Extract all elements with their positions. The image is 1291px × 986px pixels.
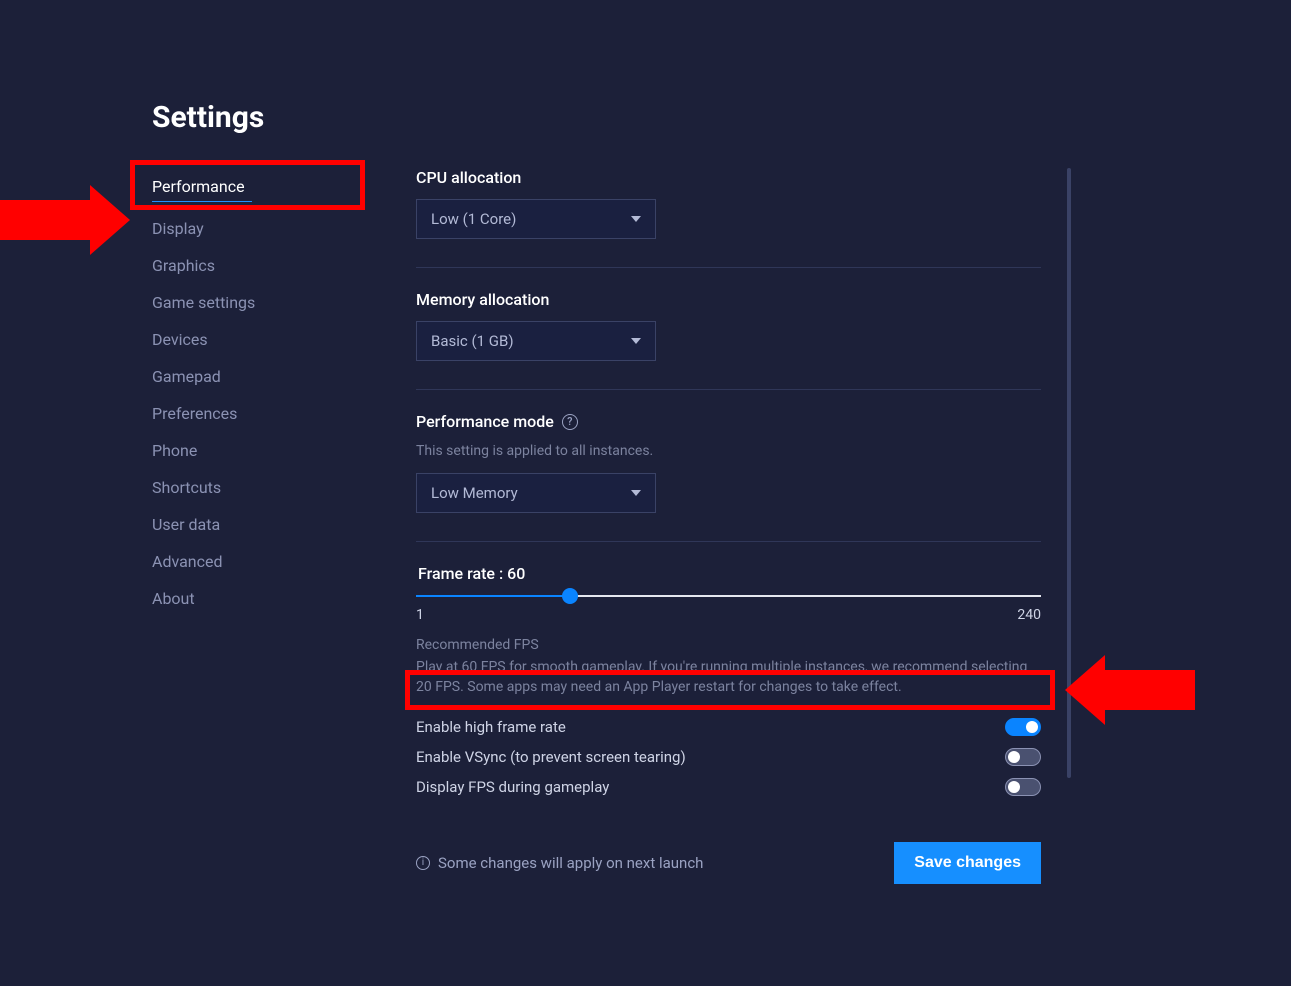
sidebar-item-label: Devices bbox=[152, 330, 208, 349]
sidebar-item-label: Game settings bbox=[152, 293, 255, 312]
memory-allocation-label: Memory allocation bbox=[416, 290, 1041, 309]
sidebar-item-preferences[interactable]: Preferences bbox=[152, 395, 362, 432]
sidebar-item-label: Preferences bbox=[152, 404, 237, 423]
page-title: Settings bbox=[152, 100, 1291, 135]
chevron-down-icon bbox=[631, 338, 641, 344]
divider bbox=[416, 389, 1041, 390]
settings-sidebar: Performance Display Graphics Game settin… bbox=[152, 168, 362, 617]
sidebar-item-advanced[interactable]: Advanced bbox=[152, 543, 362, 580]
toggle-label: Display FPS during gameplay bbox=[416, 778, 609, 796]
toggle-row-display-fps: Display FPS during gameplay bbox=[416, 772, 1041, 802]
performance-mode-label: Performance mode ? bbox=[416, 412, 1041, 431]
select-value: Low (1 Core) bbox=[431, 210, 516, 228]
select-value: Low Memory bbox=[431, 484, 518, 502]
recommended-fps-title: Recommended FPS bbox=[416, 637, 1041, 653]
slider-thumb[interactable] bbox=[562, 588, 578, 604]
chevron-down-icon bbox=[631, 216, 641, 222]
annotation-arrow-performance bbox=[0, 185, 100, 255]
chevron-down-icon bbox=[631, 490, 641, 496]
sidebar-item-label: Graphics bbox=[152, 256, 215, 275]
info-icon: i bbox=[416, 856, 430, 870]
toggle-row-high-frame: Enable high frame rate bbox=[416, 712, 1041, 742]
sidebar-item-gamepad[interactable]: Gamepad bbox=[152, 358, 362, 395]
sidebar-item-label: Performance bbox=[152, 177, 245, 196]
high-frame-rate-toggle[interactable] bbox=[1005, 718, 1041, 736]
sidebar-item-label: Gamepad bbox=[152, 367, 221, 386]
sidebar-item-label: Advanced bbox=[152, 552, 223, 571]
slider-max: 240 bbox=[1017, 607, 1041, 623]
sidebar-item-devices[interactable]: Devices bbox=[152, 321, 362, 358]
help-icon[interactable]: ? bbox=[562, 414, 578, 430]
vsync-toggle[interactable] bbox=[1005, 748, 1041, 766]
sidebar-item-display[interactable]: Display bbox=[152, 210, 362, 247]
sidebar-item-shortcuts[interactable]: Shortcuts bbox=[152, 469, 362, 506]
sidebar-item-label: Shortcuts bbox=[152, 478, 221, 497]
divider bbox=[416, 541, 1041, 542]
performance-mode-select[interactable]: Low Memory bbox=[416, 473, 656, 513]
display-fps-toggle[interactable] bbox=[1005, 778, 1041, 796]
sidebar-item-performance[interactable]: Performance bbox=[152, 168, 362, 210]
cpu-allocation-select[interactable]: Low (1 Core) bbox=[416, 199, 656, 239]
cpu-allocation-label: CPU allocation bbox=[416, 168, 1041, 187]
settings-content: CPU allocation Low (1 Core) Memory alloc… bbox=[416, 168, 1041, 884]
divider bbox=[416, 267, 1041, 268]
footer-note: i Some changes will apply on next launch bbox=[416, 854, 703, 872]
annotation-arrow-high-frame bbox=[1095, 655, 1195, 725]
toggle-label: Enable VSync (to prevent screen tearing) bbox=[416, 748, 686, 766]
content-scrollbar[interactable] bbox=[1067, 168, 1071, 778]
toggle-label: Enable high frame rate bbox=[416, 718, 566, 736]
performance-mode-sublabel: This setting is applied to all instances… bbox=[416, 443, 1041, 459]
recommended-fps-text: Play at 60 FPS for smooth gameplay. If y… bbox=[416, 657, 1041, 698]
sidebar-item-user-data[interactable]: User data bbox=[152, 506, 362, 543]
sidebar-item-game-settings[interactable]: Game settings bbox=[152, 284, 362, 321]
sidebar-item-label: Display bbox=[152, 219, 204, 238]
frame-rate-label: Frame rate : 60 bbox=[416, 564, 1041, 583]
sidebar-item-about[interactable]: About bbox=[152, 580, 362, 617]
slider-min: 1 bbox=[416, 607, 424, 623]
frame-rate-slider[interactable] bbox=[416, 595, 1041, 597]
sidebar-item-label: About bbox=[152, 589, 195, 608]
toggle-row-vsync: Enable VSync (to prevent screen tearing) bbox=[416, 742, 1041, 772]
sidebar-item-label: Phone bbox=[152, 441, 197, 460]
sidebar-item-label: User data bbox=[152, 515, 220, 534]
sidebar-item-graphics[interactable]: Graphics bbox=[152, 247, 362, 284]
select-value: Basic (1 GB) bbox=[431, 332, 514, 350]
sidebar-item-phone[interactable]: Phone bbox=[152, 432, 362, 469]
save-changes-button[interactable]: Save changes bbox=[894, 842, 1041, 884]
memory-allocation-select[interactable]: Basic (1 GB) bbox=[416, 321, 656, 361]
